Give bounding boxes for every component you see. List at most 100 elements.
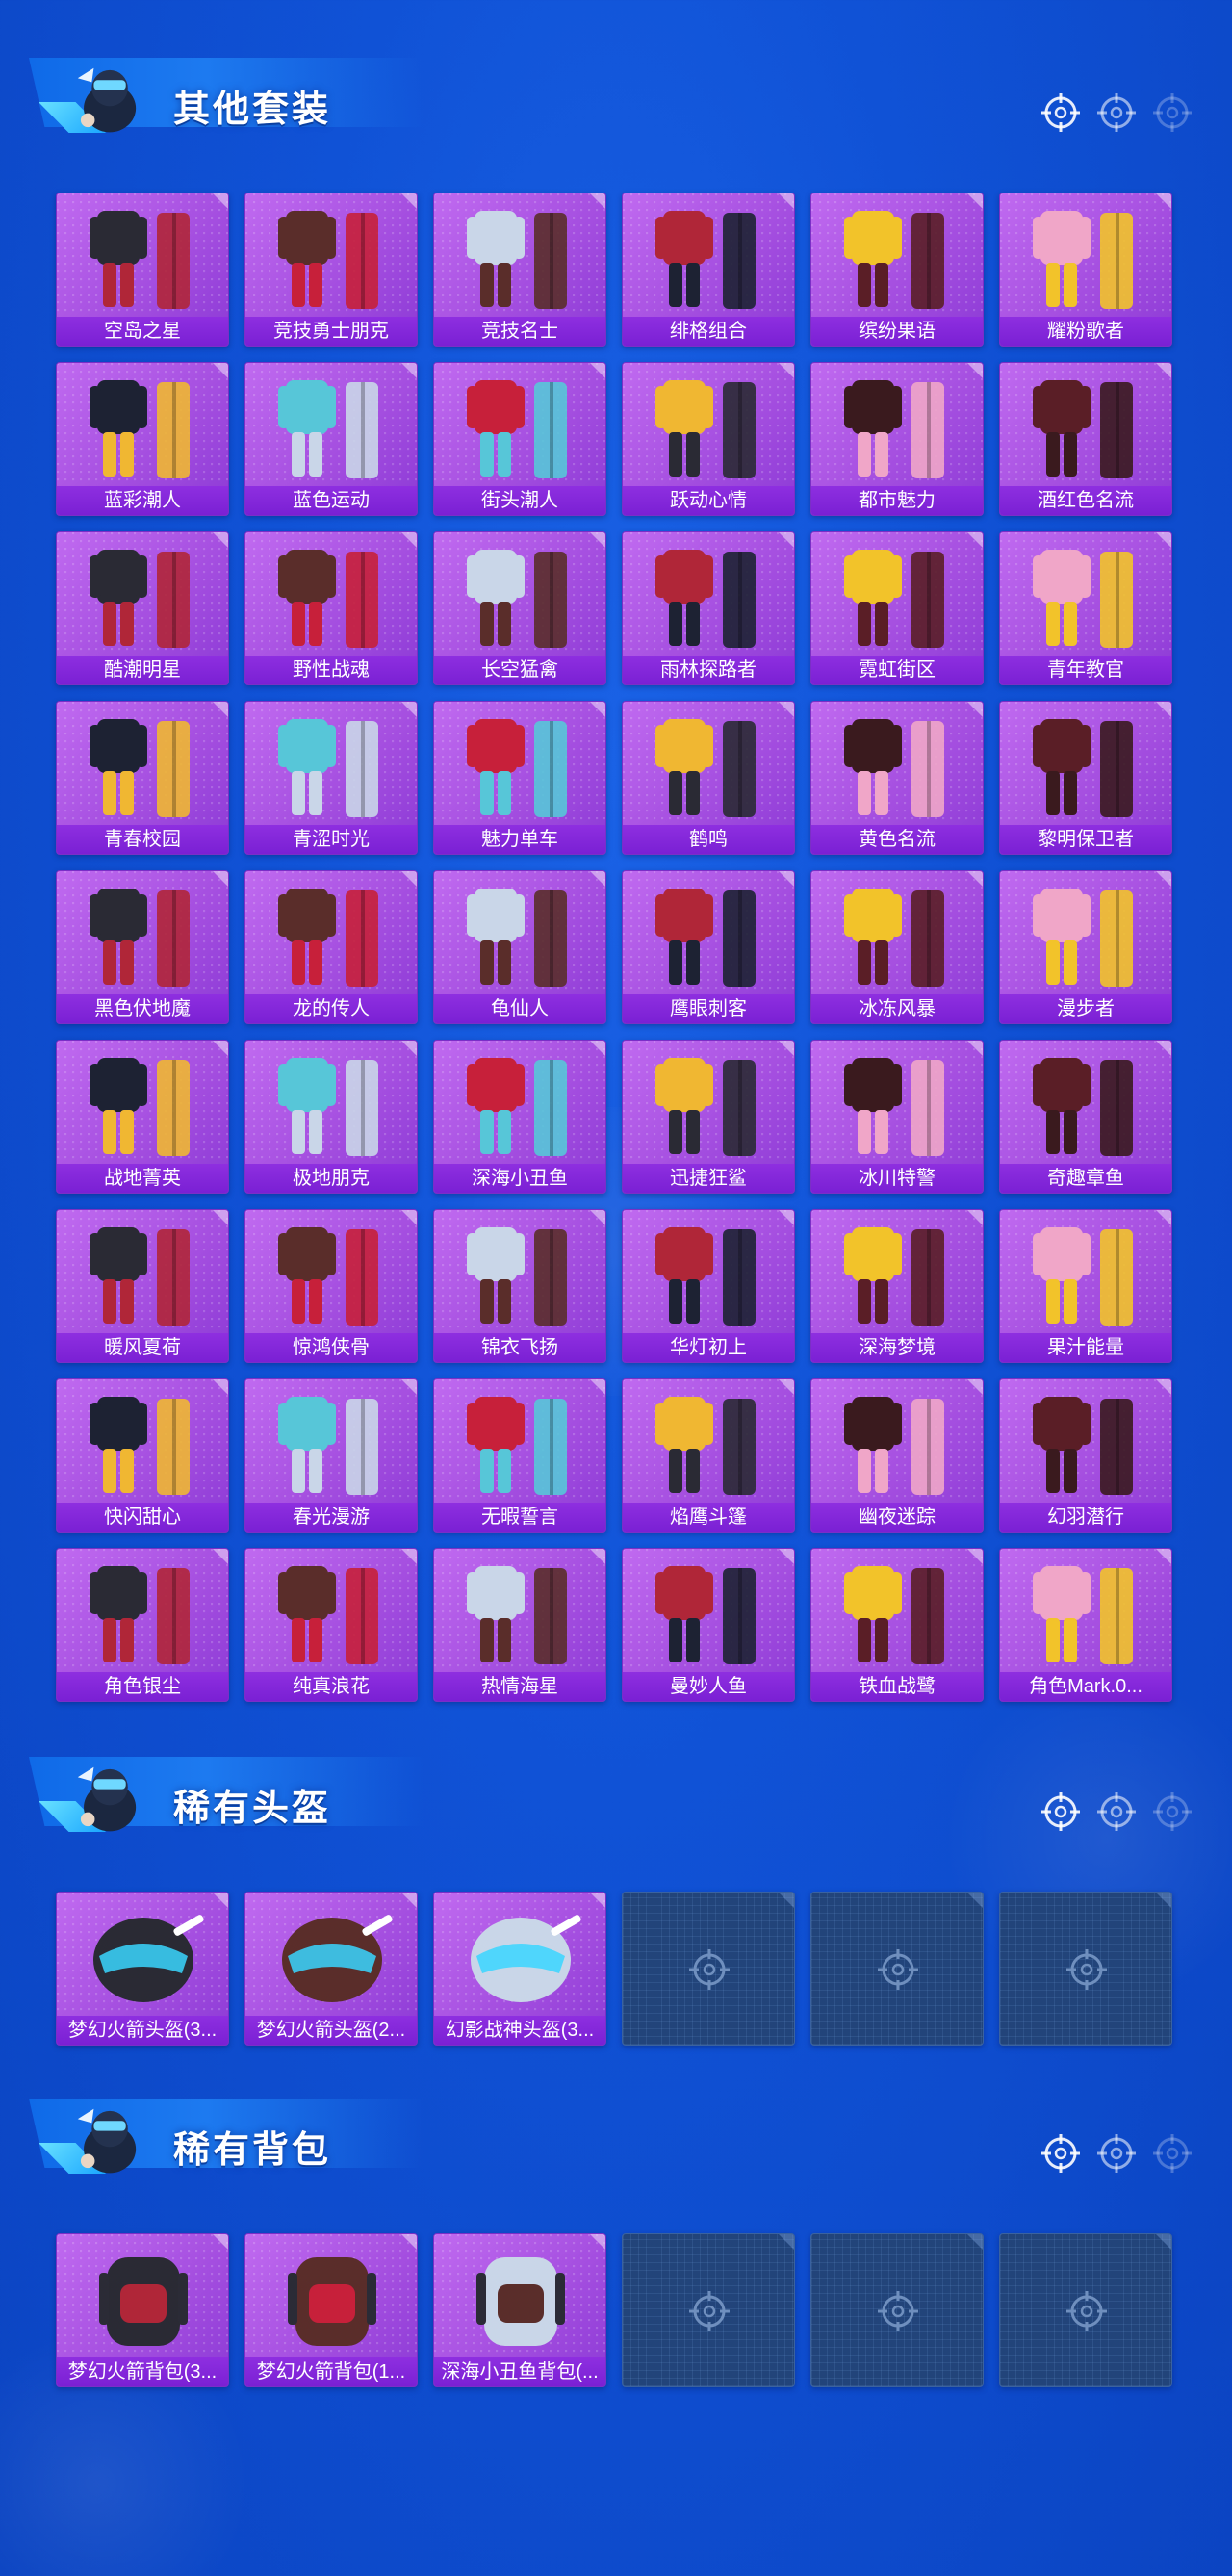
item-name-label: 纯真浪花 — [245, 1672, 417, 1701]
outfit-card[interactable]: 酷潮明星 — [56, 531, 229, 685]
section-title: 其他套装 — [173, 90, 332, 130]
outfit-card[interactable]: 魅力单车 — [433, 701, 606, 855]
outfit-card[interactable]: 冰川特警 — [810, 1040, 984, 1194]
outfit-card[interactable]: 幻羽潜行 — [999, 1378, 1172, 1533]
outfit-grid: 空岛之星 竞技勇士朋克 竞技名士 绯格组合 缤纷果语 耀粉歌者蓝彩潮人 蓝色运动 街头潮人 跃动… — [56, 193, 1172, 1702]
outfit-image — [1033, 1397, 1133, 1495]
backpack-image — [476, 2257, 565, 2346]
outfit-image — [655, 380, 756, 478]
outfit-card[interactable]: 酒红色名流 — [999, 362, 1172, 516]
item-name-label: 迅捷狂鲨 — [623, 1164, 794, 1193]
outfit-card[interactable]: 竞技名士 — [433, 193, 606, 347]
outfit-card[interactable]: 跃动心情 — [622, 362, 795, 516]
helmet-card[interactable]: 梦幻火箭头盔(2... — [244, 1892, 418, 2046]
outfit-card[interactable]: 锦衣飞扬 — [433, 1209, 606, 1363]
outfit-card[interactable]: 黄色名流 — [810, 701, 984, 855]
outfit-card[interactable]: 青涩时光 — [244, 701, 418, 855]
item-name-label: 深海小丑鱼 — [434, 1164, 605, 1193]
empty-slot — [999, 1892, 1172, 2046]
backpack-card[interactable]: 深海小丑鱼背包(... — [433, 2233, 606, 2387]
outfit-card[interactable]: 战地菁英 — [56, 1040, 229, 1194]
outfit-card[interactable]: 奇趣章鱼 — [999, 1040, 1172, 1194]
outfit-card[interactable]: 迅捷狂鲨 — [622, 1040, 795, 1194]
empty-slot-crosshair-icon — [689, 1949, 730, 1990]
outfit-card[interactable]: 野性战魂 — [244, 531, 418, 685]
outfit-card[interactable]: 角色Mark.0... — [999, 1548, 1172, 1702]
outfit-card[interactable]: 暖风夏荷 — [56, 1209, 229, 1363]
empty-slot — [810, 2233, 984, 2387]
outfit-card[interactable]: 果汁能量 — [999, 1209, 1172, 1363]
outfit-card[interactable]: 纯真浪花 — [244, 1548, 418, 1702]
outfit-card[interactable]: 春光漫游 — [244, 1378, 418, 1533]
outfit-card[interactable]: 鹤鸣 — [622, 701, 795, 855]
outfit-card[interactable]: 霓虹街区 — [810, 531, 984, 685]
outfit-card[interactable]: 深海小丑鱼 — [433, 1040, 606, 1194]
outfit-card[interactable]: 绯格组合 — [622, 193, 795, 347]
outfit-card[interactable]: 深海梦境 — [810, 1209, 984, 1363]
outfit-card[interactable]: 蓝彩潮人 — [56, 362, 229, 516]
backpack-card[interactable]: 梦幻火箭背包(3... — [56, 2233, 229, 2387]
helmet-card[interactable]: 幻影战神头盔(3... — [433, 1892, 606, 2046]
outfit-card[interactable]: 华灯初上 — [622, 1209, 795, 1363]
outfit-card[interactable]: 都市魅力 — [810, 362, 984, 516]
outfit-card[interactable]: 黎明保卫者 — [999, 701, 1172, 855]
section-header: 其他套装 — [0, 19, 1232, 133]
outfit-card[interactable]: 漫步者 — [999, 870, 1172, 1024]
item-name-label: 幽夜迷踪 — [811, 1503, 983, 1532]
outfit-card[interactable]: 极地朋克 — [244, 1040, 418, 1194]
outfit-card[interactable]: 雨林探路者 — [622, 531, 795, 685]
outfit-card[interactable]: 龙的传人 — [244, 870, 418, 1024]
outfit-image — [90, 550, 190, 648]
outfit-image — [278, 1058, 378, 1156]
outfit-card[interactable]: 黑色伏地魔 — [56, 870, 229, 1024]
section-header: 稀有头盔 — [0, 1718, 1232, 1832]
outfit-card[interactable]: 曼妙人鱼 — [622, 1548, 795, 1702]
outfit-card[interactable]: 耀粉歌者 — [999, 193, 1172, 347]
outfit-image — [467, 1566, 567, 1664]
helmet-image — [282, 1915, 393, 2002]
outfit-image — [90, 211, 190, 309]
item-name-label: 青年教官 — [1000, 656, 1171, 684]
outfit-card[interactable]: 铁血战鹭 — [810, 1548, 984, 1702]
section-header: 稀有背包 — [0, 2060, 1232, 2174]
outfit-image — [844, 1058, 944, 1156]
outfit-card[interactable]: 幽夜迷踪 — [810, 1378, 984, 1533]
item-name-label: 绯格组合 — [623, 317, 794, 346]
item-name-label: 蓝彩潮人 — [57, 486, 228, 515]
outfit-card[interactable]: 焰鹰斗篷 — [622, 1378, 795, 1533]
outfit-card[interactable]: 竞技勇士朋克 — [244, 193, 418, 347]
outfit-image — [655, 550, 756, 648]
item-name-label: 角色Mark.0... — [1000, 1672, 1171, 1701]
outfit-image — [655, 719, 756, 817]
item-name-label: 空岛之星 — [57, 317, 228, 346]
helmet-card[interactable]: 梦幻火箭头盔(3... — [56, 1892, 229, 2046]
item-name-label: 雨林探路者 — [623, 656, 794, 684]
outfit-card[interactable]: 热情海星 — [433, 1548, 606, 1702]
outfit-image — [1033, 550, 1133, 648]
outfit-card[interactable]: 青年教官 — [999, 531, 1172, 685]
section-rare-helmets: 稀有头盔 梦幻火箭头盔(3... 梦幻火箭头盔(2... 幻影战神头盔(3... — [0, 1718, 1232, 2046]
crosshair-icon — [1153, 93, 1192, 132]
outfit-card[interactable]: 蓝色运动 — [244, 362, 418, 516]
outfit-card[interactable]: 角色银尘 — [56, 1548, 229, 1702]
outfit-image — [278, 1566, 378, 1664]
item-name-label: 青春校园 — [57, 825, 228, 854]
outfit-card[interactable]: 空岛之星 — [56, 193, 229, 347]
section-rare-backpacks: 稀有背包 梦幻火箭背包(3... 梦幻火箭背包(1... 深海小丑鱼背包(... — [0, 2060, 1232, 2387]
crosshair-icon — [1153, 1792, 1192, 1831]
empty-slot-crosshair-icon — [1066, 2291, 1107, 2331]
outfit-card[interactable]: 快闪甜心 — [56, 1378, 229, 1533]
outfit-card[interactable]: 缤纷果语 — [810, 193, 984, 347]
outfit-card[interactable]: 冰冻风暴 — [810, 870, 984, 1024]
outfit-card[interactable]: 青春校园 — [56, 701, 229, 855]
outfit-card[interactable]: 鹰眼刺客 — [622, 870, 795, 1024]
outfit-image — [467, 1227, 567, 1326]
outfit-card[interactable]: 街头潮人 — [433, 362, 606, 516]
outfit-card[interactable]: 龟仙人 — [433, 870, 606, 1024]
backpack-card[interactable]: 梦幻火箭背包(1... — [244, 2233, 418, 2387]
item-name-label: 铁血战鹭 — [811, 1672, 983, 1701]
outfit-card[interactable]: 惊鸿侠骨 — [244, 1209, 418, 1363]
outfit-card[interactable]: 无暇誓言 — [433, 1378, 606, 1533]
outfit-card[interactable]: 长空猛禽 — [433, 531, 606, 685]
backpack-image — [99, 2257, 188, 2346]
